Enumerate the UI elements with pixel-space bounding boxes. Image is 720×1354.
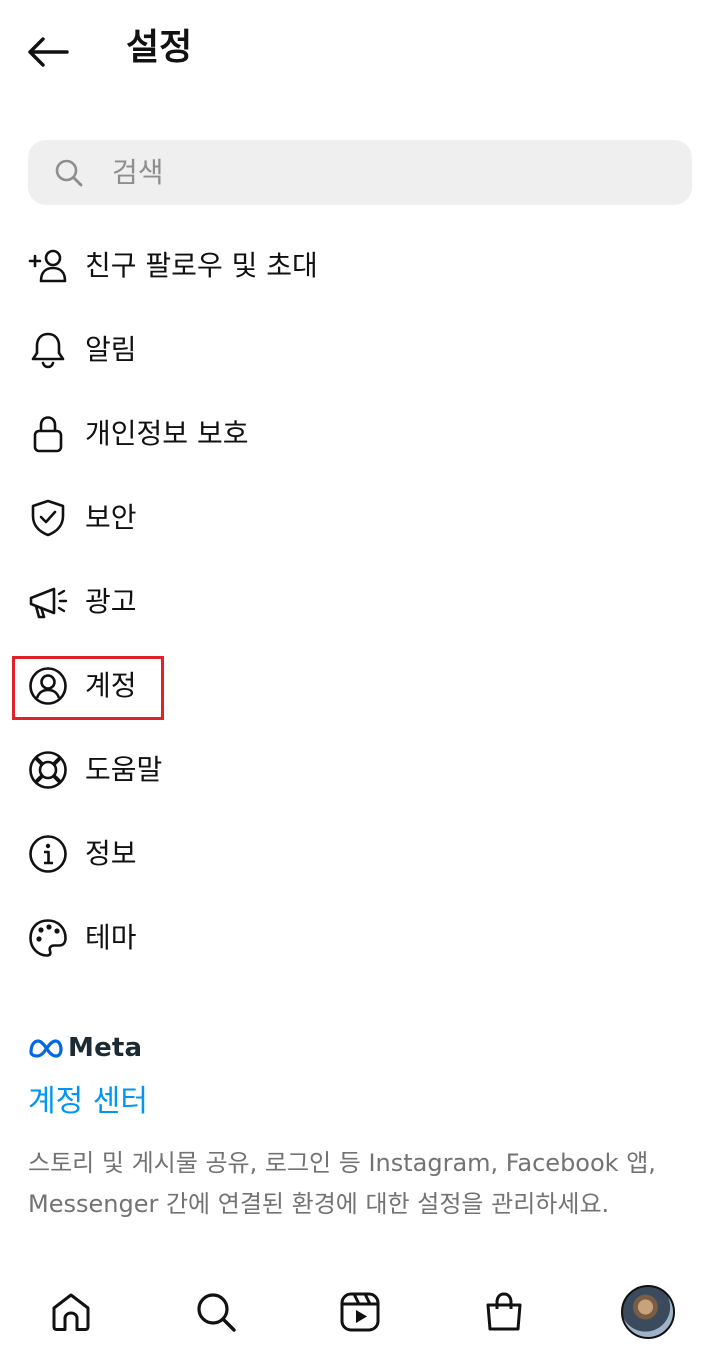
menu-item-label: 테마 bbox=[85, 921, 137, 954]
profile-avatar bbox=[621, 1285, 675, 1339]
nav-reels[interactable] bbox=[332, 1284, 388, 1340]
menu-item-account[interactable]: 계정 bbox=[0, 644, 720, 728]
menu-item-theme[interactable]: 테마 bbox=[0, 896, 720, 980]
lifebuoy-icon bbox=[28, 750, 68, 790]
reels-icon bbox=[340, 1292, 380, 1332]
search-icon bbox=[54, 158, 84, 188]
settings-menu: 친구 팔로우 및 초대 알림 개인정보 보호 보안 광고 계정 도움말 정보 테… bbox=[0, 224, 720, 980]
menu-item-label: 개인정보 보호 bbox=[85, 417, 249, 450]
meta-infinity-icon bbox=[29, 1039, 63, 1058]
shield-check-icon bbox=[28, 498, 68, 538]
nav-search[interactable] bbox=[188, 1284, 244, 1340]
menu-item-label: 알림 bbox=[85, 333, 137, 366]
menu-item-label: 계정 bbox=[85, 669, 137, 702]
search-input[interactable] bbox=[112, 156, 632, 189]
back-button[interactable] bbox=[22, 26, 74, 78]
menu-item-label: 보안 bbox=[85, 501, 137, 534]
arrow-left-icon bbox=[28, 37, 69, 67]
menu-item-about[interactable]: 정보 bbox=[0, 812, 720, 896]
meta-logo: Meta bbox=[28, 1033, 142, 1063]
menu-item-follow-invite[interactable]: 친구 팔로우 및 초대 bbox=[0, 224, 720, 308]
nav-home[interactable] bbox=[43, 1284, 99, 1340]
menu-item-label: 정보 bbox=[85, 837, 137, 870]
page-title: 설정 bbox=[126, 27, 193, 68]
menu-item-label: 도움말 bbox=[85, 753, 163, 786]
menu-item-notifications[interactable]: 알림 bbox=[0, 308, 720, 392]
menu-item-help[interactable]: 도움말 bbox=[0, 728, 720, 812]
accounts-center-link[interactable]: 계정 센터 bbox=[28, 1082, 148, 1122]
header: 설정 bbox=[0, 0, 720, 100]
meta-wordmark: Meta bbox=[68, 1033, 143, 1063]
description-line: 스토리 및 게시물 공유, 로그인 등 Instagram, Facebook … bbox=[28, 1149, 656, 1177]
account-circle-icon bbox=[28, 666, 68, 706]
menu-item-privacy[interactable]: 개인정보 보호 bbox=[0, 392, 720, 476]
nav-shop[interactable] bbox=[476, 1284, 532, 1340]
menu-item-ads[interactable]: 광고 bbox=[0, 560, 720, 644]
shop-bag-icon bbox=[486, 1292, 522, 1331]
megaphone-icon bbox=[28, 582, 68, 622]
bell-icon bbox=[28, 330, 68, 370]
menu-item-label: 친구 팔로우 및 초대 bbox=[85, 249, 318, 282]
info-icon bbox=[28, 834, 68, 874]
lock-icon bbox=[28, 414, 68, 454]
add-person-icon bbox=[28, 246, 68, 286]
menu-item-security[interactable]: 보안 bbox=[0, 476, 720, 560]
menu-item-label: 광고 bbox=[85, 585, 137, 618]
nav-profile[interactable] bbox=[620, 1284, 676, 1340]
bottom-nav bbox=[0, 1270, 720, 1354]
description-line: Messenger 간에 연결된 환경에 대한 설정을 관리하세요. bbox=[28, 1190, 610, 1218]
palette-icon bbox=[28, 918, 68, 958]
accounts-center-description: 스토리 및 게시물 공유, 로그인 등 Instagram, Facebook … bbox=[28, 1143, 698, 1225]
search-bar[interactable] bbox=[28, 140, 692, 205]
search-icon bbox=[197, 1293, 236, 1332]
home-icon bbox=[52, 1293, 90, 1331]
settings-screen: 설정 친구 팔로우 및 초대 bbox=[0, 0, 720, 1354]
